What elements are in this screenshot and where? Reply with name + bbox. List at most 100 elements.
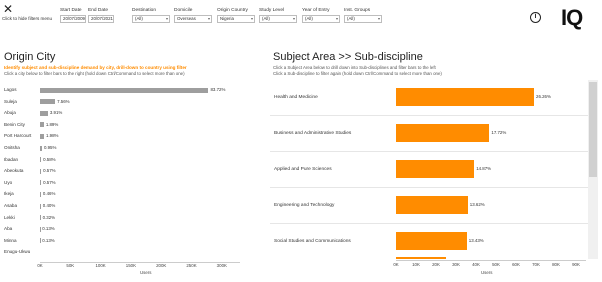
filter-dropdown[interactable]: (All) ▾ (302, 15, 340, 23)
city-row[interactable]: Enugu-Ukwu (4, 248, 264, 259)
city-label[interactable]: Enugu-Ukwu (4, 248, 30, 256)
subject-x-tick-label: 90K (572, 262, 580, 267)
city-bar[interactable] (40, 122, 44, 128)
city-bar[interactable] (40, 168, 42, 174)
subject-label[interactable]: Engineering and Technology (274, 188, 362, 223)
city-bar[interactable] (40, 191, 41, 197)
filter-origin-country[interactable]: Origin Country Nigeria ▾ (217, 8, 255, 23)
filter-dropdown[interactable]: (All) ▾ (344, 15, 382, 23)
city-value-label: 1.98% (46, 133, 59, 139)
subject-bar[interactable] (396, 124, 490, 142)
city-row[interactable]: Suleja 7.56% (4, 98, 264, 109)
chevron-down-icon: ▾ (292, 16, 295, 21)
subject-label[interactable]: Business and Administrative Studies (274, 116, 362, 151)
filter-date-input[interactable]: 20/07/2021 (88, 15, 114, 23)
city-label[interactable]: Suleja (4, 98, 17, 106)
city-row[interactable]: Ibadan 0.58% (4, 156, 264, 167)
subject-area-hint-1: Click a Subject Area below to drill down… (273, 65, 436, 70)
subject-x-axis-label: Users (481, 270, 493, 275)
filter-label: Origin Country (217, 8, 248, 13)
subject-scrollbar[interactable] (588, 80, 598, 259)
subject-row[interactable]: Social Studies and Communications 13.43% (270, 224, 592, 259)
city-label[interactable]: Aba (4, 225, 12, 233)
subject-row[interactable]: Business and Administrative Studies 17.72… (270, 116, 592, 152)
filter-dropdown[interactable]: (All) ▾ (132, 15, 170, 23)
filter-domicile[interactable]: Domicile Overseas ▾ (174, 8, 212, 23)
chevron-down-icon: ▾ (335, 16, 338, 21)
city-value-label: 0.13% (42, 226, 55, 232)
city-label[interactable]: Ikeja (4, 190, 14, 198)
origin-city-chart: Lagos 83.72% Suleja 7.56% Abuja 3.91% Benin Ci… (4, 86, 264, 262)
filter-label: End Date (88, 8, 109, 13)
city-label[interactable]: Asaba (4, 202, 17, 210)
hide-filters-text[interactable]: Click to hide filters menu (2, 16, 54, 22)
city-row[interactable]: Aba 0.13% (4, 225, 264, 236)
city-row[interactable]: Minna 0.13% (4, 237, 264, 248)
city-label[interactable]: Ibadan (4, 156, 18, 164)
subject-bar[interactable] (396, 88, 534, 106)
filter-dropdown[interactable]: Nigeria ▾ (217, 15, 255, 23)
iq-logo: IQ (561, 5, 583, 30)
filter-end-date[interactable]: End Date 20/07/2021 (88, 8, 114, 23)
subject-label[interactable]: Social Studies and Communications (274, 224, 362, 259)
city-row[interactable]: Uyo 0.57% (4, 179, 264, 190)
subject-bar[interactable] (396, 232, 467, 250)
city-label[interactable]: Onitsha (4, 144, 20, 152)
subject-x-tick-label: 50K (492, 262, 500, 267)
subject-row[interactable]: Applied and Pure Sciences 14.87% (270, 152, 592, 188)
info-icon[interactable]: i (530, 12, 541, 23)
subject-row[interactable]: Engineering and Technology 13.62% (270, 188, 592, 224)
subject-area-hint-2: Click a Sub-discipline to filter again (… (273, 71, 442, 76)
subject-bar[interactable] (396, 196, 468, 214)
filter-year-of-entry[interactable]: Year of Entry (All) ▾ (302, 8, 340, 23)
city-bar[interactable] (40, 180, 42, 186)
filter-bar: ✕ Click to hide filters menu Start Date 2… (0, 0, 602, 40)
filter-value: (All) (135, 16, 143, 21)
subject-bar[interactable] (396, 160, 475, 178)
city-value-label: 0.57% (43, 179, 56, 185)
city-row[interactable]: Asaba 0.40% (4, 202, 264, 213)
city-label[interactable]: Uyo (4, 179, 12, 187)
filter-dropdown[interactable]: (All) ▾ (259, 15, 297, 23)
city-label[interactable]: Lekki (4, 214, 15, 222)
city-bar[interactable] (40, 215, 41, 221)
city-label[interactable]: Port Harcourt (4, 132, 31, 140)
filter-dropdown[interactable]: Overseas ▾ (174, 15, 212, 23)
city-label[interactable]: Minna (4, 237, 17, 245)
filter-destination[interactable]: Destination (All) ▾ (132, 8, 170, 23)
city-row[interactable]: Benin City 1.89% (4, 121, 264, 132)
city-bar[interactable] (40, 203, 41, 209)
city-row[interactable]: Onitsha 0.95% (4, 144, 264, 155)
city-row[interactable]: Abeokuta 0.57% (4, 167, 264, 178)
city-x-tick-label: 50K (66, 263, 75, 268)
close-filters-icon[interactable]: ✕ (3, 3, 13, 15)
city-row[interactable]: Lekki 0.32% (4, 214, 264, 225)
city-label[interactable]: Lagos (4, 86, 17, 94)
filter-label: Study Level (259, 8, 285, 13)
city-label[interactable]: Abuja (4, 109, 16, 117)
city-bar[interactable] (40, 157, 42, 163)
city-bar[interactable] (40, 145, 42, 151)
city-row[interactable]: Ikeja 0.46% (4, 190, 264, 201)
subject-value-label: 17.72% (491, 130, 507, 135)
subject-row[interactable]: Health and Medicine 26.26% (270, 80, 592, 116)
city-label[interactable]: Benin City (4, 121, 25, 129)
filter-inst-groups[interactable]: Inst. Groups (All) ▾ (344, 8, 382, 23)
city-row[interactable]: Lagos 83.72% (4, 86, 264, 97)
subject-scroll-thumb[interactable] (589, 82, 597, 177)
subject-label[interactable]: Applied and Pure Sciences (274, 152, 362, 187)
subject-x-axis-line (396, 260, 586, 261)
city-bar[interactable] (40, 133, 44, 139)
filter-label: Year of Entry (302, 8, 330, 13)
city-row[interactable]: Abuja 3.91% (4, 109, 264, 120)
filter-study-level[interactable]: Study Level (All) ▾ (259, 8, 297, 23)
city-label[interactable]: Abeokuta (4, 167, 23, 175)
subject-bar-partial[interactable] (396, 257, 446, 259)
city-bar[interactable] (40, 87, 209, 93)
city-bar[interactable] (40, 99, 56, 105)
city-row[interactable]: Port Harcourt 1.98% (4, 132, 264, 143)
filter-date-input[interactable]: 20/07/2009 (60, 15, 86, 23)
subject-label[interactable]: Health and Medicine (274, 80, 362, 115)
filter-start-date[interactable]: Start Date 20/07/2009 (60, 8, 86, 23)
city-bar[interactable] (40, 110, 48, 116)
